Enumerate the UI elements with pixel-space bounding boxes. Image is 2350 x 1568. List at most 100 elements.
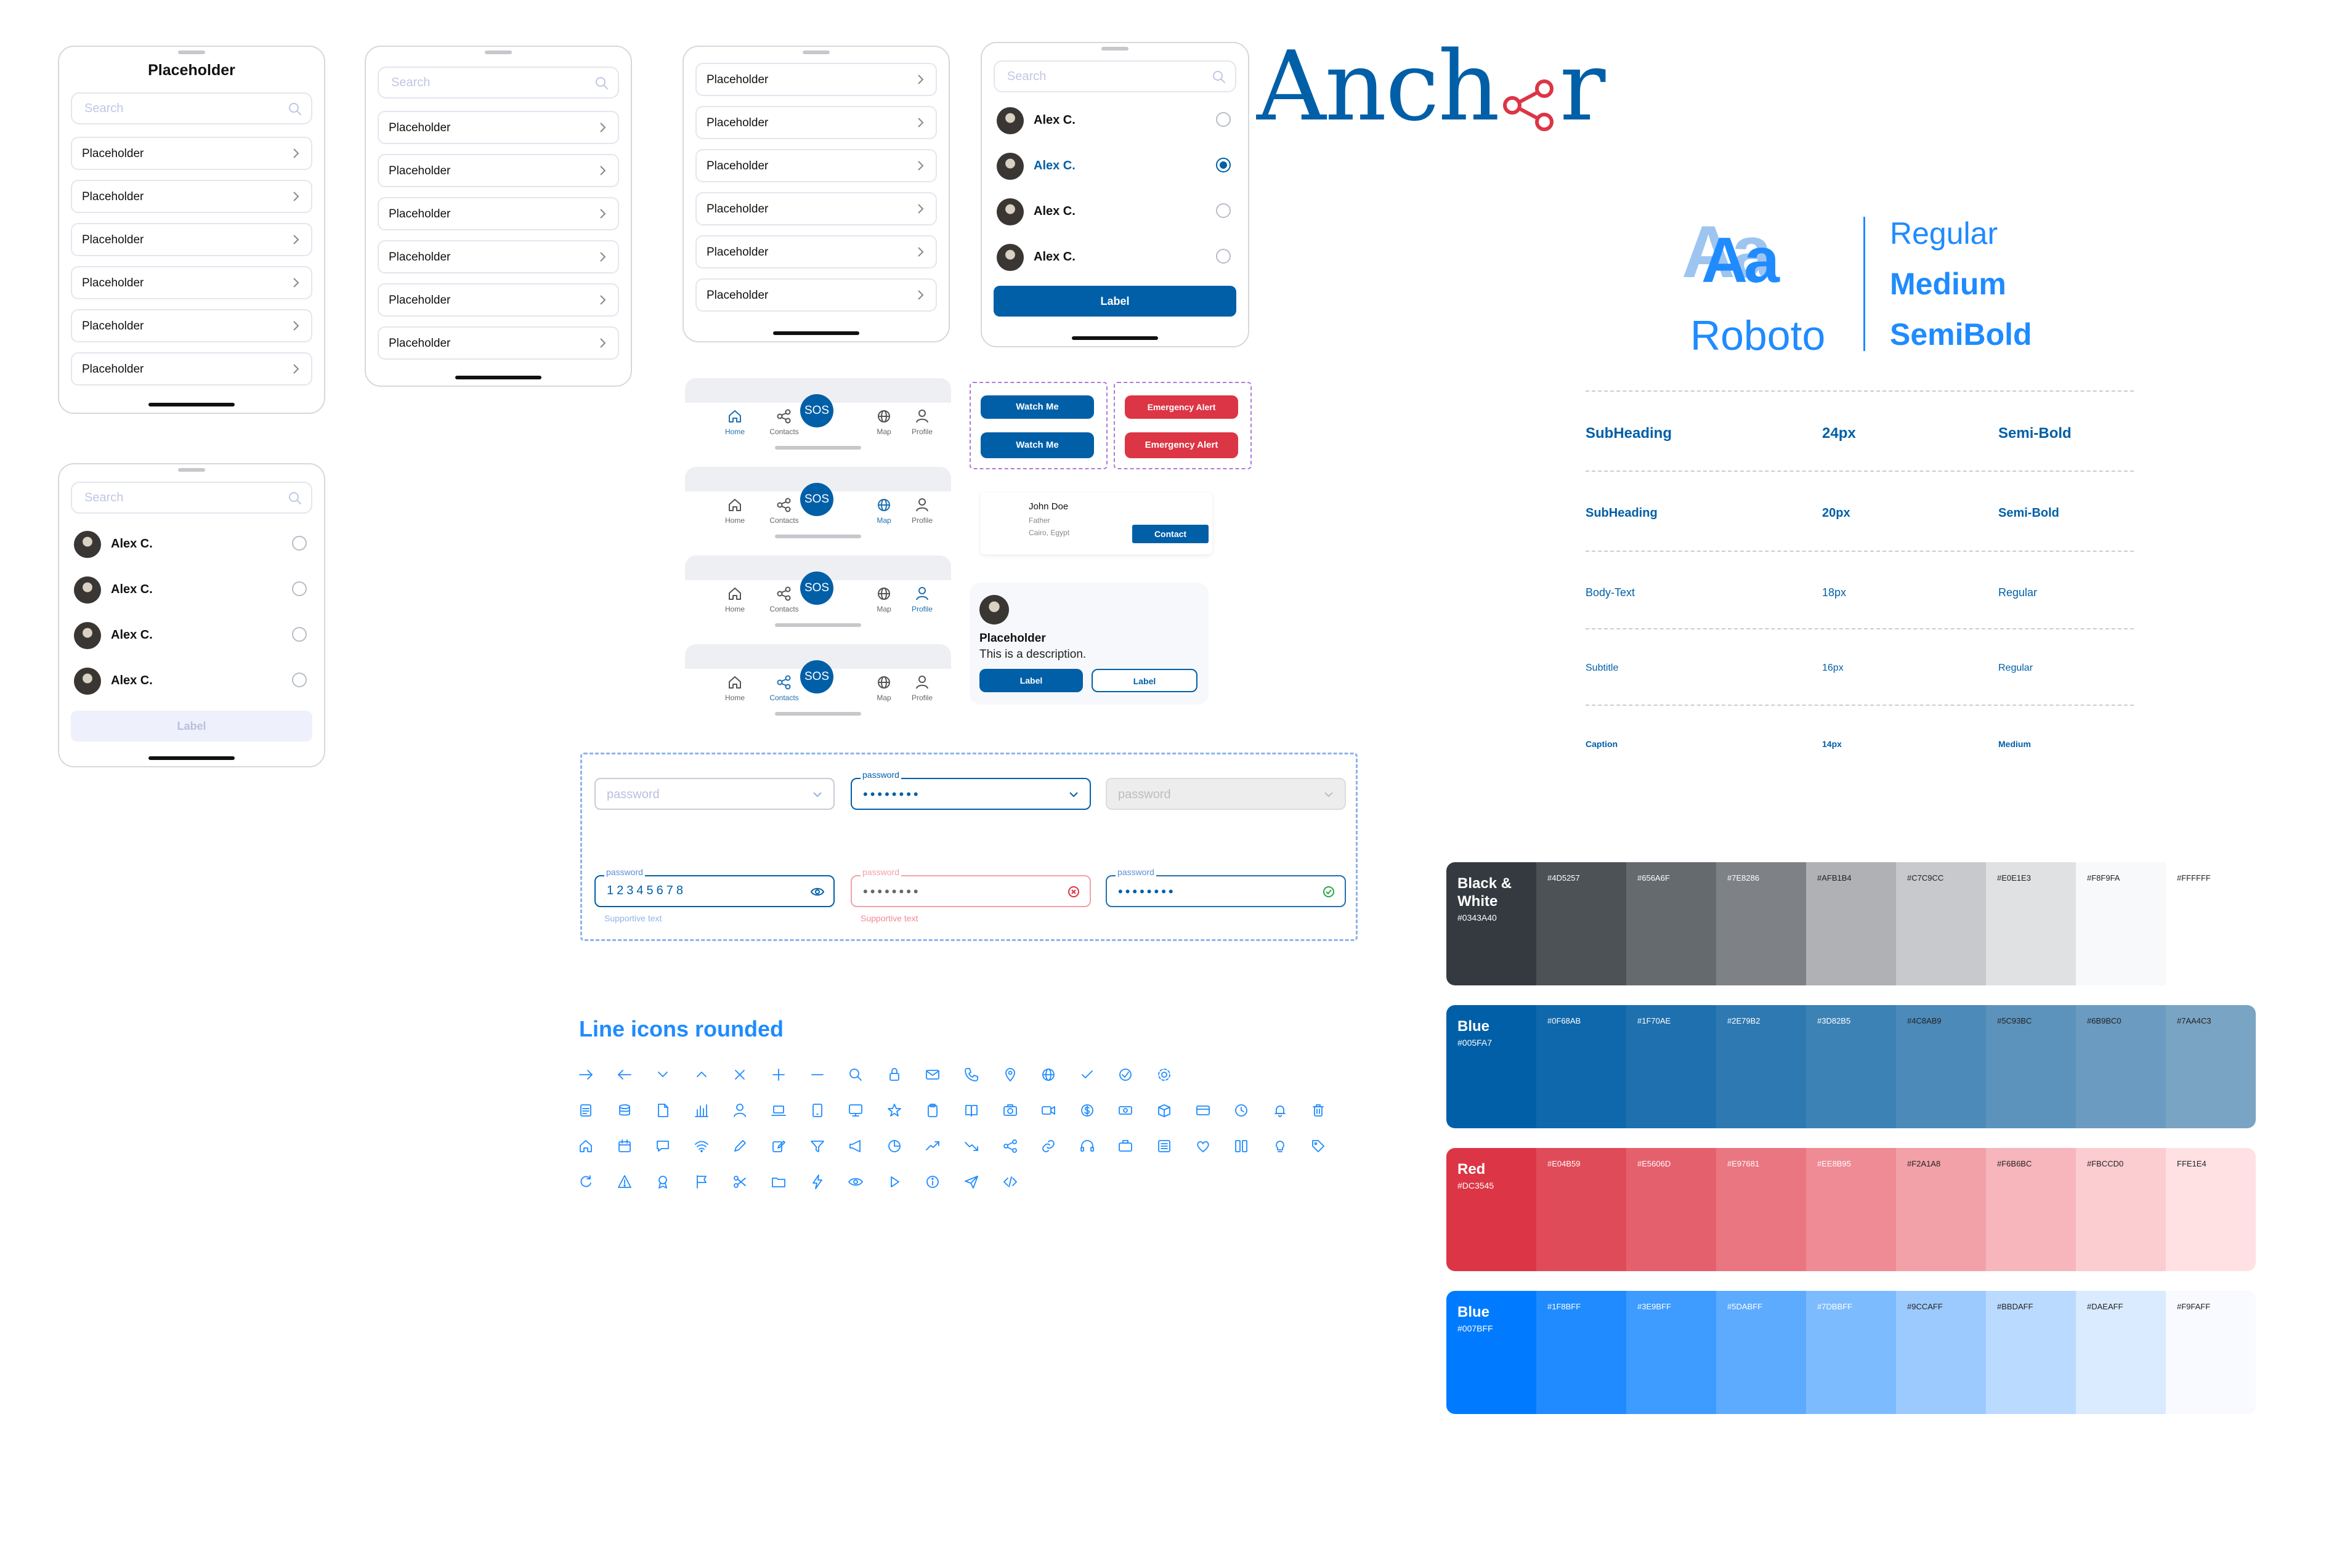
nav-contacts[interactable]: Contacts — [763, 674, 806, 702]
list-item[interactable]: Placeholder — [71, 309, 312, 342]
label-button[interactable]: Label — [994, 286, 1236, 317]
search-input[interactable]: Search — [994, 60, 1236, 92]
eye-icon[interactable] — [810, 884, 825, 899]
nav-home[interactable]: Home — [713, 496, 756, 525]
emergency-alert-button[interactable]: Emergency Alert — [1125, 432, 1238, 458]
password-field-error[interactable]: password •••••••• Supportive text — [851, 867, 1091, 923]
radio-button[interactable] — [292, 536, 307, 551]
radio-button[interactable] — [1216, 249, 1231, 264]
sos-button[interactable]: SOS — [800, 483, 833, 516]
nav-home[interactable]: Home — [713, 408, 756, 436]
contact-card: John Doe Father Cairo, Egypt Contact — [981, 493, 1212, 554]
nav-map[interactable]: Map — [862, 496, 906, 525]
contact-button[interactable]: Contact — [1132, 525, 1209, 543]
emergency-alert-button[interactable]: Emergency Alert — [1125, 395, 1238, 419]
password-label: password — [861, 770, 901, 780]
contact-option[interactable]: Alex C. — [74, 617, 309, 652]
watch-me-button[interactable]: Watch Me — [981, 395, 1094, 419]
radio-button[interactable] — [292, 627, 307, 642]
nav-contacts[interactable]: Contacts — [763, 585, 806, 613]
contact-option-selected[interactable]: Alex C. — [997, 148, 1233, 182]
nav-map[interactable]: Map — [862, 585, 906, 613]
send-icon — [962, 1173, 981, 1191]
nav-home[interactable]: Home — [713, 585, 756, 613]
primary-button[interactable]: Label — [979, 669, 1083, 692]
contact-name: Alex C. — [111, 674, 153, 687]
swatch-hex: #3D82B5 — [1817, 1016, 1851, 1025]
nav-profile[interactable]: Profile — [901, 585, 944, 613]
search-input[interactable]: Search — [71, 482, 312, 514]
password-field-default[interactable]: password — [594, 778, 835, 810]
radio-button[interactable] — [292, 673, 307, 687]
font-family-name: Roboto — [1690, 312, 1826, 359]
list-item[interactable]: Placeholder — [695, 192, 937, 225]
list-item[interactable]: Placeholder — [695, 106, 937, 139]
list-item[interactable]: Placeholder — [695, 149, 937, 182]
nav-home[interactable]: Home — [713, 674, 756, 702]
search-input[interactable]: Search — [378, 67, 619, 99]
sos-button[interactable]: SOS — [800, 660, 833, 693]
divider — [1586, 551, 2134, 552]
radio-button[interactable] — [1216, 112, 1231, 127]
nav-contacts[interactable]: Contacts — [763, 408, 806, 436]
password-field-focused[interactable]: password •••••••• — [851, 770, 1091, 810]
nav-profile[interactable]: Profile — [901, 408, 944, 436]
list-item[interactable]: Placeholder — [378, 154, 619, 187]
password-field-success[interactable]: password •••••••• — [1106, 867, 1346, 907]
palette-hex: #007BFF — [1457, 1324, 1493, 1333]
sos-button[interactable]: SOS — [800, 394, 833, 427]
radio-button[interactable] — [1216, 203, 1231, 218]
contact-option[interactable]: Alex C. — [74, 526, 309, 560]
nav-profile[interactable]: Profile — [901, 496, 944, 525]
headset-icon — [1078, 1137, 1096, 1155]
nav-contacts[interactable]: Contacts — [763, 496, 806, 525]
list-icon — [1155, 1137, 1173, 1155]
nav-map[interactable]: Map — [862, 674, 906, 702]
contact-option[interactable]: Alex C. — [74, 572, 309, 606]
contact-option[interactable]: Alex C. — [997, 102, 1233, 137]
search-input[interactable]: Search — [71, 92, 312, 124]
contact-option[interactable]: Alex C. — [997, 239, 1233, 273]
list-item[interactable]: Placeholder — [695, 63, 937, 96]
list-item[interactable]: Placeholder — [71, 180, 312, 213]
swatch-hex: #1F8BFF — [1547, 1302, 1581, 1311]
radio-button[interactable] — [292, 581, 307, 596]
label-button-disabled[interactable]: Label — [71, 711, 312, 742]
contact-option[interactable]: Alex C. — [997, 193, 1233, 228]
list-item[interactable]: Placeholder — [378, 283, 619, 317]
list-item[interactable]: Placeholder — [71, 266, 312, 299]
type-row-size: 18px — [1822, 586, 1847, 599]
emergency-alert-button-group: Emergency Alert Emergency Alert — [1114, 382, 1252, 469]
password-field-disabled[interactable]: password — [1106, 778, 1346, 810]
plus-icon — [769, 1065, 788, 1084]
swatch-hex: #9CCAFF — [1907, 1302, 1943, 1311]
avatar — [74, 622, 101, 649]
list-item[interactable]: Placeholder — [378, 240, 619, 273]
list-item[interactable]: Placeholder — [378, 111, 619, 144]
location-pin-icon — [1001, 1065, 1019, 1084]
radio-button-selected[interactable] — [1216, 158, 1231, 172]
list-item[interactable]: Placeholder — [71, 137, 312, 170]
secondary-button[interactable]: Label — [1092, 669, 1197, 692]
nav-map[interactable]: Map — [862, 408, 906, 436]
list-item[interactable]: Placeholder — [695, 235, 937, 269]
nav-profile[interactable]: Profile — [901, 674, 944, 702]
list-item[interactable]: Placeholder — [378, 197, 619, 230]
list-item[interactable]: Placeholder — [378, 326, 619, 360]
list-item[interactable]: Placeholder — [71, 223, 312, 256]
contact-option[interactable]: Alex C. — [74, 663, 309, 697]
database-icon — [615, 1101, 634, 1120]
swatch-hex: #3E9BFF — [1637, 1302, 1671, 1311]
password-field-revealed[interactable]: password 12345678 Supportive text — [594, 867, 835, 923]
list-item[interactable]: Placeholder — [71, 352, 312, 386]
sos-button[interactable]: SOS — [800, 572, 833, 605]
nav-label: Home — [724, 605, 745, 613]
watch-me-button[interactable]: Watch Me — [981, 432, 1094, 458]
info-card: Placeholder This is a description. Label… — [970, 583, 1209, 705]
chevron-right-icon — [600, 338, 606, 348]
nav-label: Profile — [911, 516, 933, 525]
camera-icon — [1001, 1101, 1019, 1120]
list-item[interactable]: Placeholder — [695, 278, 937, 312]
swatch-hex: #E97681 — [1727, 1159, 1760, 1168]
palette-name: Blue #007BFF — [1457, 1303, 1493, 1336]
